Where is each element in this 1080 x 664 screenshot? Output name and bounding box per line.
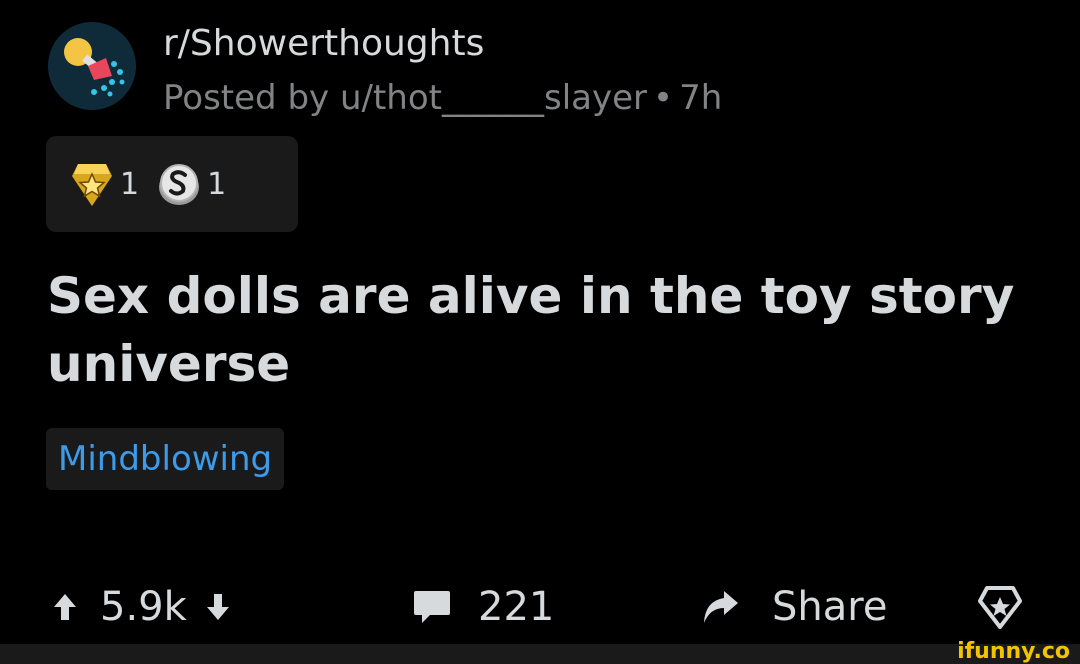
post-age: 7h [679,78,723,118]
award-count: 1 [120,166,140,202]
author-link[interactable]: u/thot______slayer [340,78,647,118]
award-button[interactable] [977,575,1023,639]
watermark-strip [0,644,1080,664]
vote-controls: 5.9k [52,575,231,639]
give-award-icon [978,586,1022,629]
award-silver[interactable]: 1 [157,161,226,207]
share-button[interactable]: Share [700,575,887,639]
post-meta: Posted by u/thot______slayer • 7h [163,74,722,122]
vote-score: 5.9k [100,584,187,630]
awards-box[interactable]: 1 1 [46,136,298,232]
action-bar: 5.9k 221 Share [0,575,1080,639]
subreddit-name[interactable]: r/Showerthoughts [163,20,484,68]
posted-prefix: Posted by [163,78,330,118]
post-flair[interactable]: Mindblowing [46,428,285,490]
post-card: r/Showerthoughts Posted by u/thot______s… [0,0,1080,644]
star-award-icon [72,164,112,206]
comment-count: 221 [478,584,555,630]
subreddit-avatar[interactable] [48,22,136,110]
downvote-icon[interactable] [205,592,231,622]
share-arrow-icon [704,591,738,623]
award-star[interactable]: 1 [70,160,139,208]
comments-button[interactable]: 221 [412,575,554,639]
award-count: 1 [207,166,227,202]
post-title[interactable]: Sex dolls are alive in the toy story uni… [47,262,1027,398]
upvote-icon[interactable] [52,592,78,622]
showerhead-lightbulb-icon [48,22,136,110]
ifunny-watermark: ifunny.co [957,639,1070,664]
comment-icon [414,591,450,623]
meta-separator: • [653,78,674,118]
silver-award-icon [159,164,200,205]
share-label: Share [772,584,888,630]
